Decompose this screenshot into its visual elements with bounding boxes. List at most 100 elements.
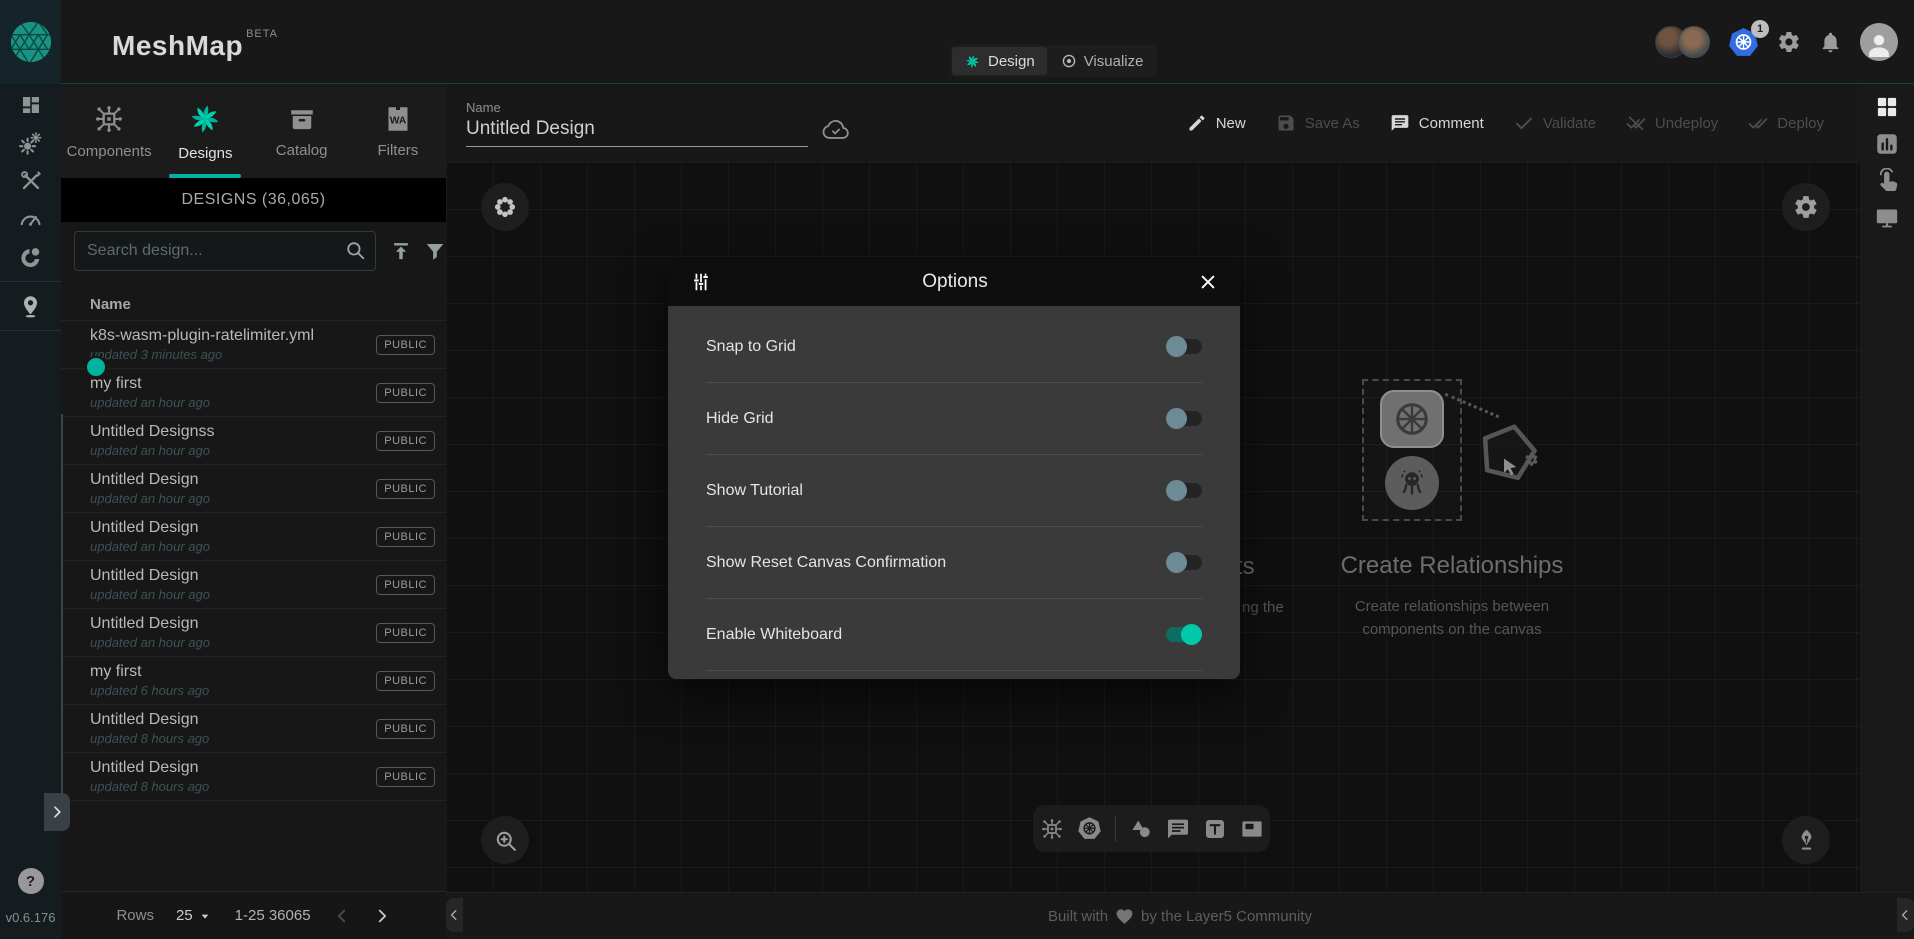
- design-row[interactable]: my first updated an hour ago PUBLIC: [61, 368, 446, 416]
- design-row[interactable]: Untitled Design updated 8 hours ago PUBL…: [61, 704, 446, 752]
- dock-shapes-icon[interactable]: [1129, 817, 1153, 841]
- footer-right-collapse-handle[interactable]: [1897, 898, 1914, 932]
- touch-interaction-icon[interactable]: [1874, 168, 1900, 194]
- comment-button[interactable]: Comment: [1390, 113, 1484, 133]
- check-icon: [1514, 113, 1534, 133]
- pen-tool-button[interactable]: [1782, 816, 1830, 864]
- dock-media-icon[interactable]: [1240, 817, 1264, 841]
- visibility-badge: PUBLIC: [376, 719, 435, 739]
- notifications-bell-icon[interactable]: [1819, 31, 1842, 54]
- tab-designs[interactable]: Designs: [157, 84, 253, 178]
- meshery-logo[interactable]: [0, 0, 61, 84]
- tab-catalog[interactable]: Catalog: [254, 84, 350, 178]
- comment-button-label: Comment: [1419, 115, 1484, 132]
- show-tutorial-toggle[interactable]: [1166, 483, 1202, 498]
- enable-whiteboard-toggle[interactable]: [1166, 627, 1202, 642]
- validate-button[interactable]: Validate: [1514, 113, 1596, 133]
- design-row[interactable]: Untitled Designss updated an hour ago PU…: [61, 416, 446, 464]
- footer-left-collapse-handle[interactable]: [446, 898, 463, 932]
- design-owner-avatar-badge: [85, 356, 107, 378]
- nav-performance-gauge-icon[interactable]: [0, 200, 61, 238]
- hint-title: Create Relationships: [1302, 552, 1602, 580]
- sidebar-expand-handle[interactable]: [44, 793, 70, 831]
- settings-gear-icon[interactable]: [1777, 30, 1801, 54]
- clipped-hint-fragment-body: ng the: [1242, 599, 1284, 616]
- dock-components-icon[interactable]: [1040, 817, 1064, 841]
- deploy-button-label: Deploy: [1777, 115, 1824, 132]
- octopus-node-circle: [1385, 456, 1439, 510]
- designs-count-header: DESIGNS (36,065): [61, 178, 446, 222]
- design-row[interactable]: Untitled Design updated an hour ago PUBL…: [61, 560, 446, 608]
- zoom-in-button[interactable]: [481, 816, 529, 864]
- charts-icon[interactable]: [1874, 131, 1900, 157]
- reset-canvas-confirmation-toggle[interactable]: [1166, 555, 1202, 570]
- design-updated: updated 8 hours ago: [90, 731, 209, 746]
- right-tool-rail: [1860, 84, 1914, 892]
- components-chip-icon: [93, 103, 125, 135]
- arrange-flower-button[interactable]: [481, 183, 529, 231]
- import-design-icon[interactable]: [390, 240, 412, 262]
- toggle-knob: [1166, 480, 1187, 501]
- design-name: Untitled Designss: [90, 423, 215, 441]
- pencil-icon: [1187, 113, 1207, 133]
- canvas-settings-button[interactable]: [1782, 183, 1830, 231]
- hide-grid-toggle[interactable]: [1166, 411, 1202, 426]
- tab-design[interactable]: Design: [952, 47, 1047, 75]
- new-button-label: New: [1216, 115, 1246, 132]
- dock-text-icon[interactable]: [1203, 817, 1227, 841]
- footer-suffix: by the Layer5 Community: [1141, 908, 1312, 925]
- help-button[interactable]: ?: [18, 868, 44, 894]
- filter-funnel-icon[interactable]: [424, 240, 446, 262]
- nav-toolkit-icon[interactable]: [0, 162, 61, 200]
- design-row[interactable]: Untitled Design updated an hour ago PUBL…: [61, 608, 446, 656]
- design-name-input[interactable]: [466, 118, 808, 147]
- setting-enable-whiteboard: Enable Whiteboard: [706, 599, 1202, 671]
- display-monitor-icon[interactable]: [1874, 205, 1900, 231]
- tab-components[interactable]: Components: [61, 84, 157, 178]
- nav-meshmap-pin-icon[interactable]: [0, 287, 61, 325]
- prev-page-button[interactable]: [333, 907, 351, 925]
- nav-service-mesh-icon[interactable]: [0, 238, 61, 276]
- panel-scrollbar[interactable]: [61, 414, 63, 824]
- beta-tag: BETA: [246, 28, 278, 40]
- save-as-button[interactable]: Save As: [1276, 113, 1360, 133]
- close-icon[interactable]: [1198, 272, 1218, 292]
- dock-kubernetes-icon[interactable]: [1077, 816, 1102, 841]
- kubernetes-context-button[interactable]: 1: [1728, 27, 1759, 58]
- pagination-range: 1-25 36065: [235, 907, 311, 924]
- design-row[interactable]: Untitled Design updated an hour ago PUBL…: [61, 464, 446, 512]
- app-name: MeshMap: [112, 30, 243, 62]
- search-design-input[interactable]: [74, 231, 376, 271]
- undeploy-button[interactable]: Undeploy: [1626, 113, 1718, 133]
- version-label: v0.6.176: [6, 910, 56, 925]
- options-modal-title: Options: [712, 271, 1198, 293]
- design-row[interactable]: Untitled Design updated an hour ago PUBL…: [61, 512, 446, 560]
- nav-dashboard-icon[interactable]: [0, 86, 61, 124]
- rows-per-page-select[interactable]: 25: [176, 907, 213, 924]
- snap-to-grid-toggle[interactable]: [1166, 339, 1202, 354]
- wasm-filter-icon: [383, 104, 413, 134]
- design-row[interactable]: my first updated 6 hours ago PUBLIC: [61, 656, 446, 704]
- tab-visualize[interactable]: Visualize: [1049, 47, 1156, 75]
- tab-visualize-label: Visualize: [1084, 53, 1144, 70]
- collaborator-avatar-2[interactable]: [1678, 26, 1710, 58]
- toggle-knob: [1166, 552, 1187, 573]
- undeploy-button-label: Undeploy: [1655, 115, 1718, 132]
- tab-catalog-label: Catalog: [276, 142, 328, 159]
- tune-sliders-icon: [690, 271, 712, 293]
- new-button[interactable]: New: [1187, 113, 1246, 133]
- rail-divider: [0, 330, 61, 331]
- tab-filters-label: Filters: [377, 142, 418, 159]
- next-page-button[interactable]: [373, 907, 391, 925]
- cloud-saved-icon: [822, 116, 849, 143]
- dock-comment-icon[interactable]: [1166, 817, 1190, 841]
- design-row[interactable]: k8s-wasm-plugin-ratelimiter.yml updated …: [61, 320, 446, 368]
- cursor-arrow-icon: [1498, 455, 1522, 479]
- deploy-button[interactable]: Deploy: [1748, 113, 1824, 133]
- tab-filters[interactable]: Filters: [350, 84, 446, 178]
- nav-lifecycle-gears-icon[interactable]: [0, 124, 61, 162]
- toolbar-actions: New Save As Comment Validate Undeploy De…: [1187, 84, 1824, 162]
- views-grid-icon[interactable]: [1874, 94, 1900, 120]
- account-avatar[interactable]: [1860, 23, 1898, 61]
- design-row[interactable]: Untitled Design updated 8 hours ago PUBL…: [61, 752, 446, 800]
